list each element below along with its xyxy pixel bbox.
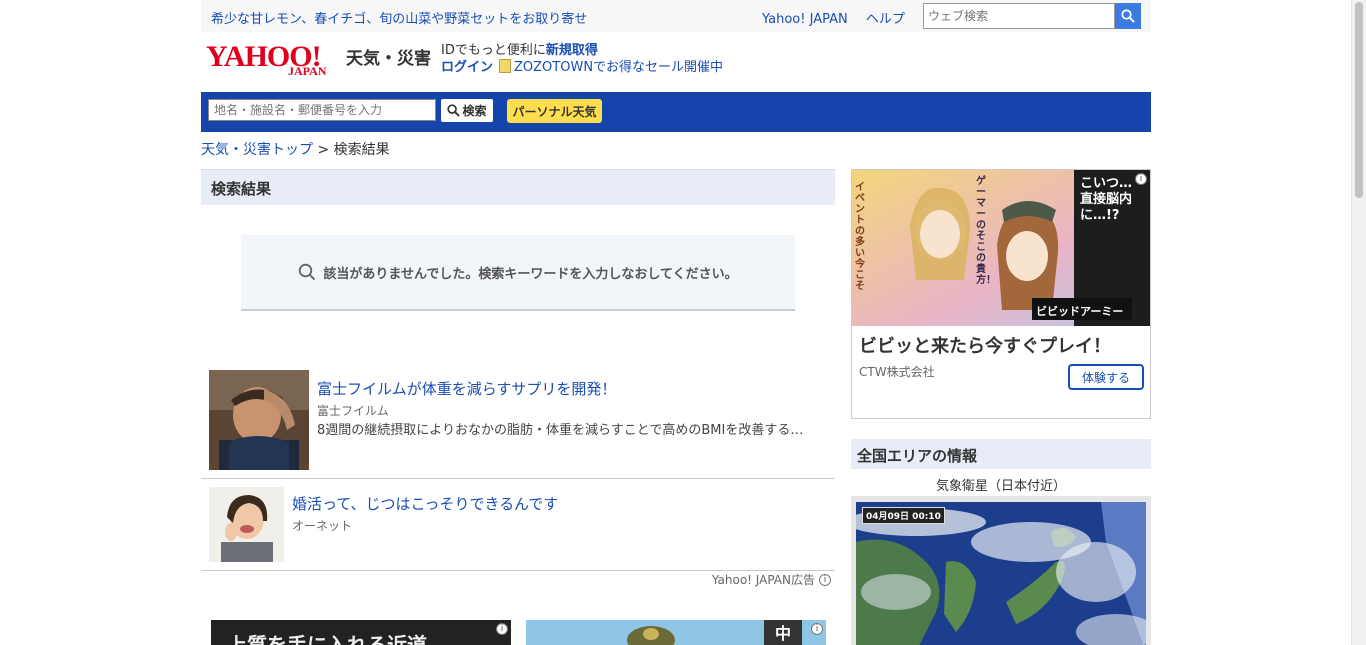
ad-sponsor: オーネット [292,519,353,533]
side-column: イベントの多い今こそ ゲーマーのそこの貴方！ こいつ…直接脳内に…!? ビビッド… [851,169,1151,645]
logo-sub-text: JAPAN [288,64,327,78]
breadcrumb-separator: > [317,142,330,158]
yahoo-logo[interactable]: YAHOO! JAPAN [206,42,342,80]
register-link[interactable]: 新規取得 [546,43,598,58]
search-icon [447,104,461,117]
side-ad-art-text-2: ゲーマーのそこの貴方！ [976,176,996,286]
banner-ad-left[interactable]: 上質を手に入れる近道 i [211,620,511,645]
banner-left-text: 上質を手に入れる近道 [227,633,427,645]
vertical-scrollbar[interactable] [1351,0,1366,645]
search-icon [1121,9,1135,23]
service-name[interactable]: 天気・災害 [346,44,431,69]
info-icon: i [496,623,508,635]
side-ad[interactable]: イベントの多い今こそ ゲーマーのそこの貴方！ こいつ…直接脳内に…!? ビビッド… [851,169,1151,419]
satellite-label[interactable]: 気象衛星（日本付近） [851,475,1151,494]
promo-link[interactable]: 希少な甘レモン、春イチゴ、旬の山菜や野菜セットをお取り寄せ [211,8,587,27]
ad-thumbnail[interactable] [209,370,309,470]
ad-credit[interactable]: Yahoo! JAPAN広告 i [712,571,831,588]
web-search-input[interactable] [923,3,1116,29]
breadcrumb-home[interactable]: 天気・災害トップ [201,142,313,158]
area-info-heading: 全国エリアの情報 [851,439,1151,469]
location-search-input[interactable] [208,99,436,121]
side-ad-cta-button[interactable]: 体験する [1068,364,1144,390]
ad-credit-label: Yahoo! JAPAN広告 [711,573,815,587]
ad-title[interactable]: 婚活って、じつはこっそりできるんです [292,493,558,514]
breadcrumb: 天気・災害トップ > 検索結果 [201,139,390,159]
satellite-timestamp: 04月09日 00:10 [862,507,945,524]
ad-description: 8週間の継続摂取によりおなかの脂肪・体重を減らすことで高めのBMIを改善する… [317,423,804,438]
ad-sponsor: 富士フイルム [317,404,389,418]
ad-item[interactable]: 富士フイルムが体重を減らすサプリを開発！ 富士フイルム 8週間の継続摂取によりお… [201,369,835,479]
ad-title[interactable]: 富士フイルムが体重を減らすサプリを開発！ [317,378,616,399]
scrollbar-thumb[interactable] [1355,2,1363,198]
ad-list: 富士フイルムが体重を減らすサプリを開発！ 富士フイルム 8週間の継続摂取によりお… [201,369,835,571]
login-link[interactable]: ログイン [441,60,493,75]
results-heading: 検索結果 [201,169,835,205]
no-result-message: 該当がありませんでした。検索キーワードを入力しなおしてください。 [323,266,738,282]
search-icon [299,263,316,281]
breadcrumb-current: 検索結果 [333,142,390,158]
location-search-button[interactable]: 検索 [441,99,493,122]
utility-bar: 希少な甘レモン、春イチゴ、旬の山菜や野菜セットをお取り寄せ Yahoo! JAP… [201,0,1151,32]
personal-weather-button[interactable]: パーソナル天気 [507,99,602,123]
search-button-label: 検索 [462,104,487,118]
header-info: IDでもっと便利に新規取得 ログイン ZOZOTOWNでお得なセール開催中 [441,42,723,76]
side-ad-art[interactable]: イベントの多い今こそ ゲーマーのそこの貴方！ こいつ…直接脳内に…!? ビビッド… [852,170,1150,326]
id-text: IDでもっと便利に [441,43,546,58]
main-column: 検索結果 該当がありませんでした。検索キーワードを入力しなおしてください。 富士… [201,169,835,645]
info-icon: i [819,573,831,586]
utility-links: Yahoo! JAPAN ヘルプ [762,8,919,27]
side-ad-company: CTW株式会社 [859,365,935,379]
web-search [923,3,1141,29]
banner-ad-right[interactable]: 中 i [526,620,826,645]
side-ad-art-logo: ビビッドアーミー [1036,305,1124,318]
info-icon: i [811,623,823,635]
ad-thumbnail[interactable] [209,487,284,562]
web-search-button[interactable] [1115,3,1141,29]
zozo-link[interactable]: ZOZOTOWNでお得なセール開催中 [514,60,723,75]
banner-right-badge: 中 [764,620,802,645]
zozo-icon [499,59,512,73]
help-link[interactable]: ヘルプ [866,12,905,27]
side-ad-art-text-1: イベントの多い今こそ [855,182,865,292]
weather-search-band: 検索 パーソナル天気 [201,92,1151,132]
side-ad-art-text-3: こいつ…直接脳内に…!? [1080,176,1133,223]
ad-item[interactable]: 婚活って、じつはこっそりできるんです オーネット [201,479,835,571]
yahoo-japan-link[interactable]: Yahoo! JAPAN [762,12,848,27]
no-result-box: 該当がありませんでした。検索キーワードを入力しなおしてください。 [241,235,795,311]
satellite-image[interactable]: 04月09日 00:10 [856,502,1146,645]
info-icon[interactable]: i [1135,173,1147,185]
side-ad-headline[interactable]: ビビッと来たら今すぐプレイ！ [859,332,1111,358]
satellite-image-box[interactable]: 04月09日 00:10 [851,496,1151,645]
